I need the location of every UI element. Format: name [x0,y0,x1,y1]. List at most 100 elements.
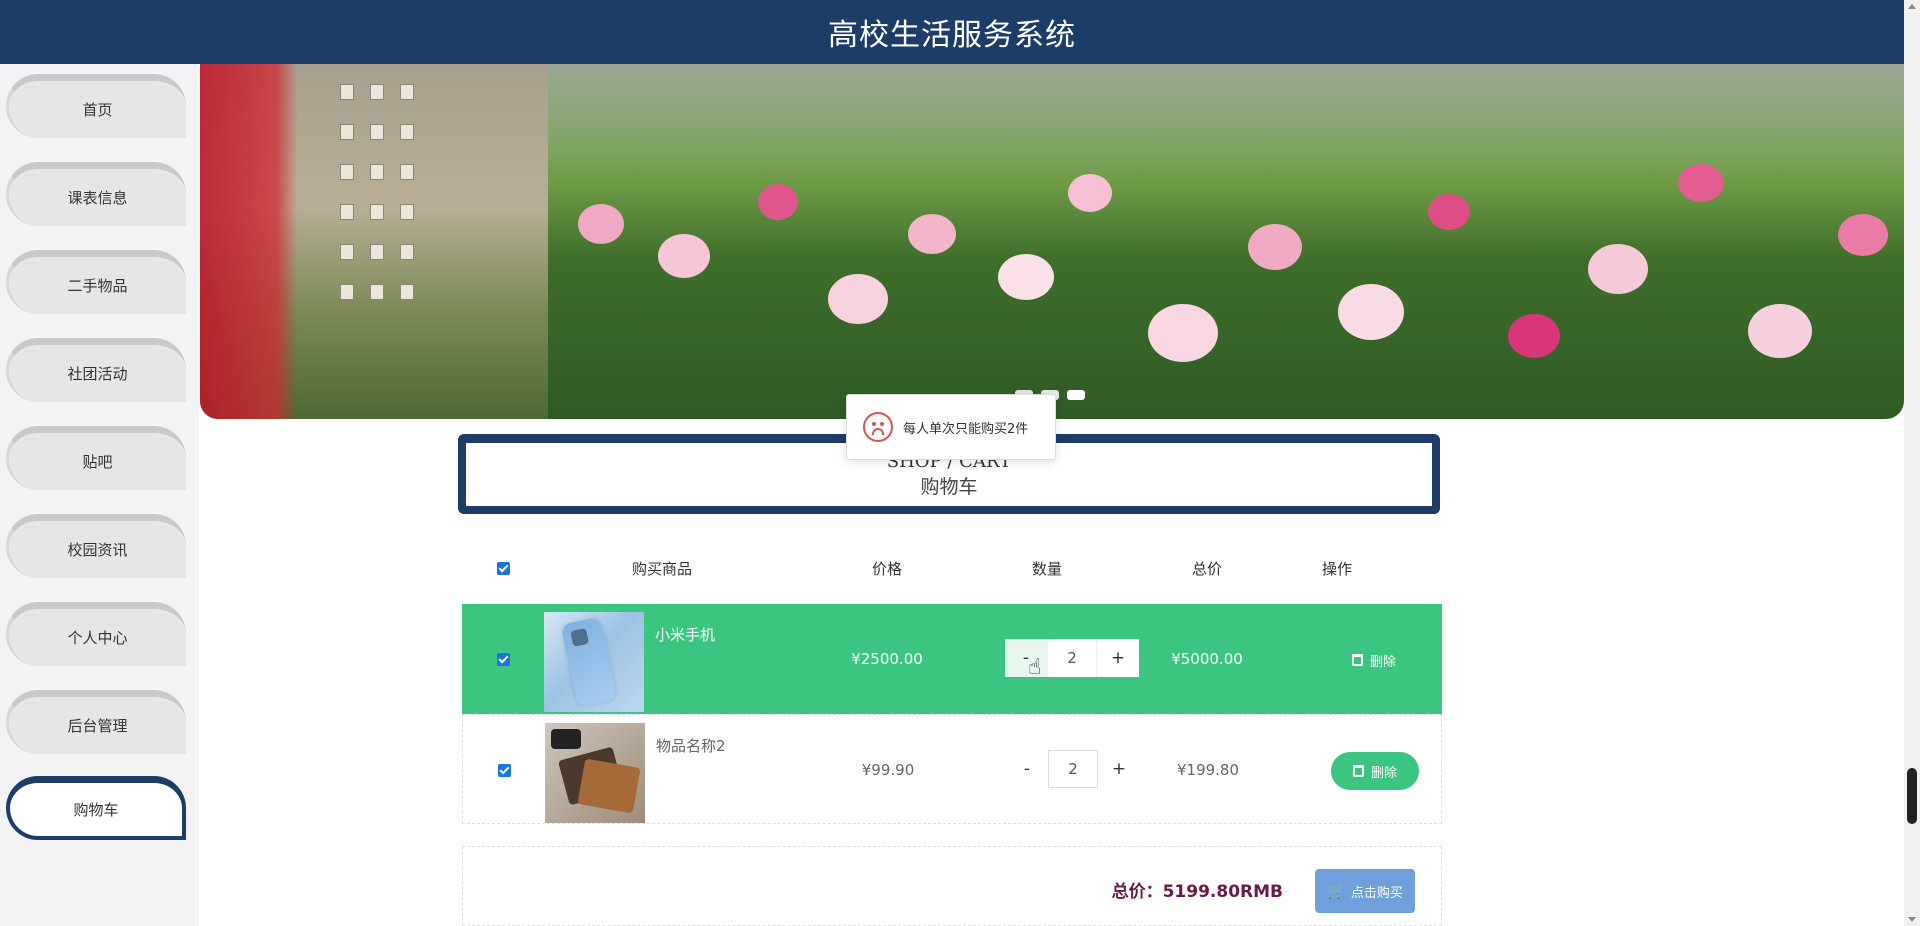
sidebar-item-personal-center[interactable]: 个人中心 [6,602,186,666]
sidebar-item-label: 校园资讯 [67,541,128,559]
sidebar-item-label: 购物车 [73,801,119,819]
scroll-thumb[interactable] [1907,768,1917,824]
sidebar-item-cart[interactable]: 购物车 [6,776,186,840]
select-all-checkbox[interactable] [488,540,518,596]
decor [578,204,624,244]
decor [758,184,798,220]
decor [340,244,354,260]
banner-photo-flowers [548,64,1904,419]
decor [370,244,384,260]
increase-quantity-button[interactable]: + [1098,750,1140,788]
toast-message: 每人单次只能购买2件 [846,394,1056,460]
sidebar-item-label: 二手物品 [67,277,128,295]
decor [340,84,354,100]
trash-icon [1352,765,1364,777]
row-checkbox[interactable] [489,715,519,825]
quantity-stepper: - + [1006,750,1140,788]
sidebar-item-home[interactable]: 首页 [6,74,186,138]
product-image [545,723,645,823]
product-name[interactable]: 小米手机 [655,624,715,645]
decor [1428,194,1470,230]
sad-face-icon [863,412,893,442]
buy-button[interactable]: 🛒 点击购买 [1315,869,1415,913]
decor [1508,314,1560,358]
cart-row: 小米手机 ¥2500.00 - + ¥5000.00 删除 [462,604,1442,714]
decor [340,124,354,140]
decrease-quantity-button[interactable]: - [1006,750,1048,788]
row-total: ¥5000.00 [1171,650,1243,668]
decor [1068,174,1112,212]
decor [370,284,384,300]
sidebar: 首页 课表信息 二手物品 社团活动 贴吧 校园资讯 个人中心 后台管理 购物车 [0,64,199,926]
carousel-dot-active[interactable] [1067,390,1085,400]
sidebar-item-label: 社团活动 [67,365,128,383]
column-header-total: 总价 [1191,559,1222,578]
quantity-input[interactable] [1047,639,1097,677]
decor [1678,164,1724,202]
toast-text: 每人单次只能购买2件 [903,421,1029,437]
cart-title-cn: 购物车 [920,475,978,498]
decor [370,124,384,140]
cart-summary: 总价：5199.80RMB 🛒 点击购买 [462,846,1442,926]
delete-button[interactable]: 删除 [1330,641,1418,679]
cart-total: 总价：5199.80RMB [1111,882,1283,902]
decor [1748,304,1812,358]
row-total: ¥199.80 [1176,761,1240,779]
decor [998,254,1054,300]
cart-table-header: 购买商品 价格 数量 总价 操作 [462,540,1442,596]
product-name[interactable]: 物品名称2 [656,735,726,756]
sidebar-item-secondhand[interactable]: 二手物品 [6,250,186,314]
decor [400,164,414,180]
column-header-quantity: 数量 [1031,559,1062,578]
decor [400,244,414,260]
decor [400,124,414,140]
sidebar-item-label: 首页 [82,101,113,119]
buy-label: 点击购买 [1350,885,1403,901]
product-price: ¥99.90 [861,761,915,779]
delete-label: 删除 [1370,765,1397,781]
row-checkbox[interactable] [488,604,518,714]
app-title: 高校生活服务系统 [828,18,1076,53]
decor [1148,304,1218,362]
decor [658,234,710,278]
scroll-up-arrow[interactable] [1908,4,1916,9]
quantity-input[interactable] [1048,750,1098,788]
decor [340,164,354,180]
banner-photo-building [200,64,548,419]
decor [1338,284,1404,340]
decor [340,204,354,220]
banner-carousel[interactable] [200,64,1904,419]
increase-quantity-button[interactable]: + [1097,639,1139,677]
decor [828,274,888,324]
page-scrollbar[interactable] [1904,0,1920,926]
sidebar-item-label: 后台管理 [67,717,128,735]
scroll-down-arrow[interactable] [1908,917,1916,922]
sidebar-item-club-activities[interactable]: 社团活动 [6,338,186,402]
delete-label: 删除 [1369,654,1396,670]
sidebar-item-label: 个人中心 [67,629,128,647]
column-header-action: 操作 [1321,559,1352,578]
column-header-product: 购买商品 [631,559,692,578]
delete-button[interactable]: 删除 [1331,752,1419,790]
decor [340,284,354,300]
decor [1248,224,1302,270]
quantity-stepper: - + [1005,639,1139,677]
decor [370,164,384,180]
column-header-price: 价格 [871,559,902,578]
product-image [544,612,644,712]
decor [908,214,956,254]
decor [1838,214,1888,256]
sidebar-item-schedule[interactable]: 课表信息 [6,162,186,226]
sidebar-item-label: 贴吧 [82,453,113,471]
sidebar-item-campus-news[interactable]: 校园资讯 [6,514,186,578]
decor [370,84,384,100]
hand-cursor-icon: ☝ [1028,655,1042,680]
sidebar-item-forum[interactable]: 贴吧 [6,426,186,490]
app-header: 高校生活服务系统 [0,0,1904,64]
sidebar-item-label: 课表信息 [67,189,128,207]
cart-row: 物品名称2 ¥99.90 - + ¥199.80 删除 [462,714,1442,824]
decor [400,284,414,300]
cart-icon: 🛒 [1327,882,1346,900]
decor [1588,244,1648,294]
sidebar-item-admin[interactable]: 后台管理 [6,690,186,754]
